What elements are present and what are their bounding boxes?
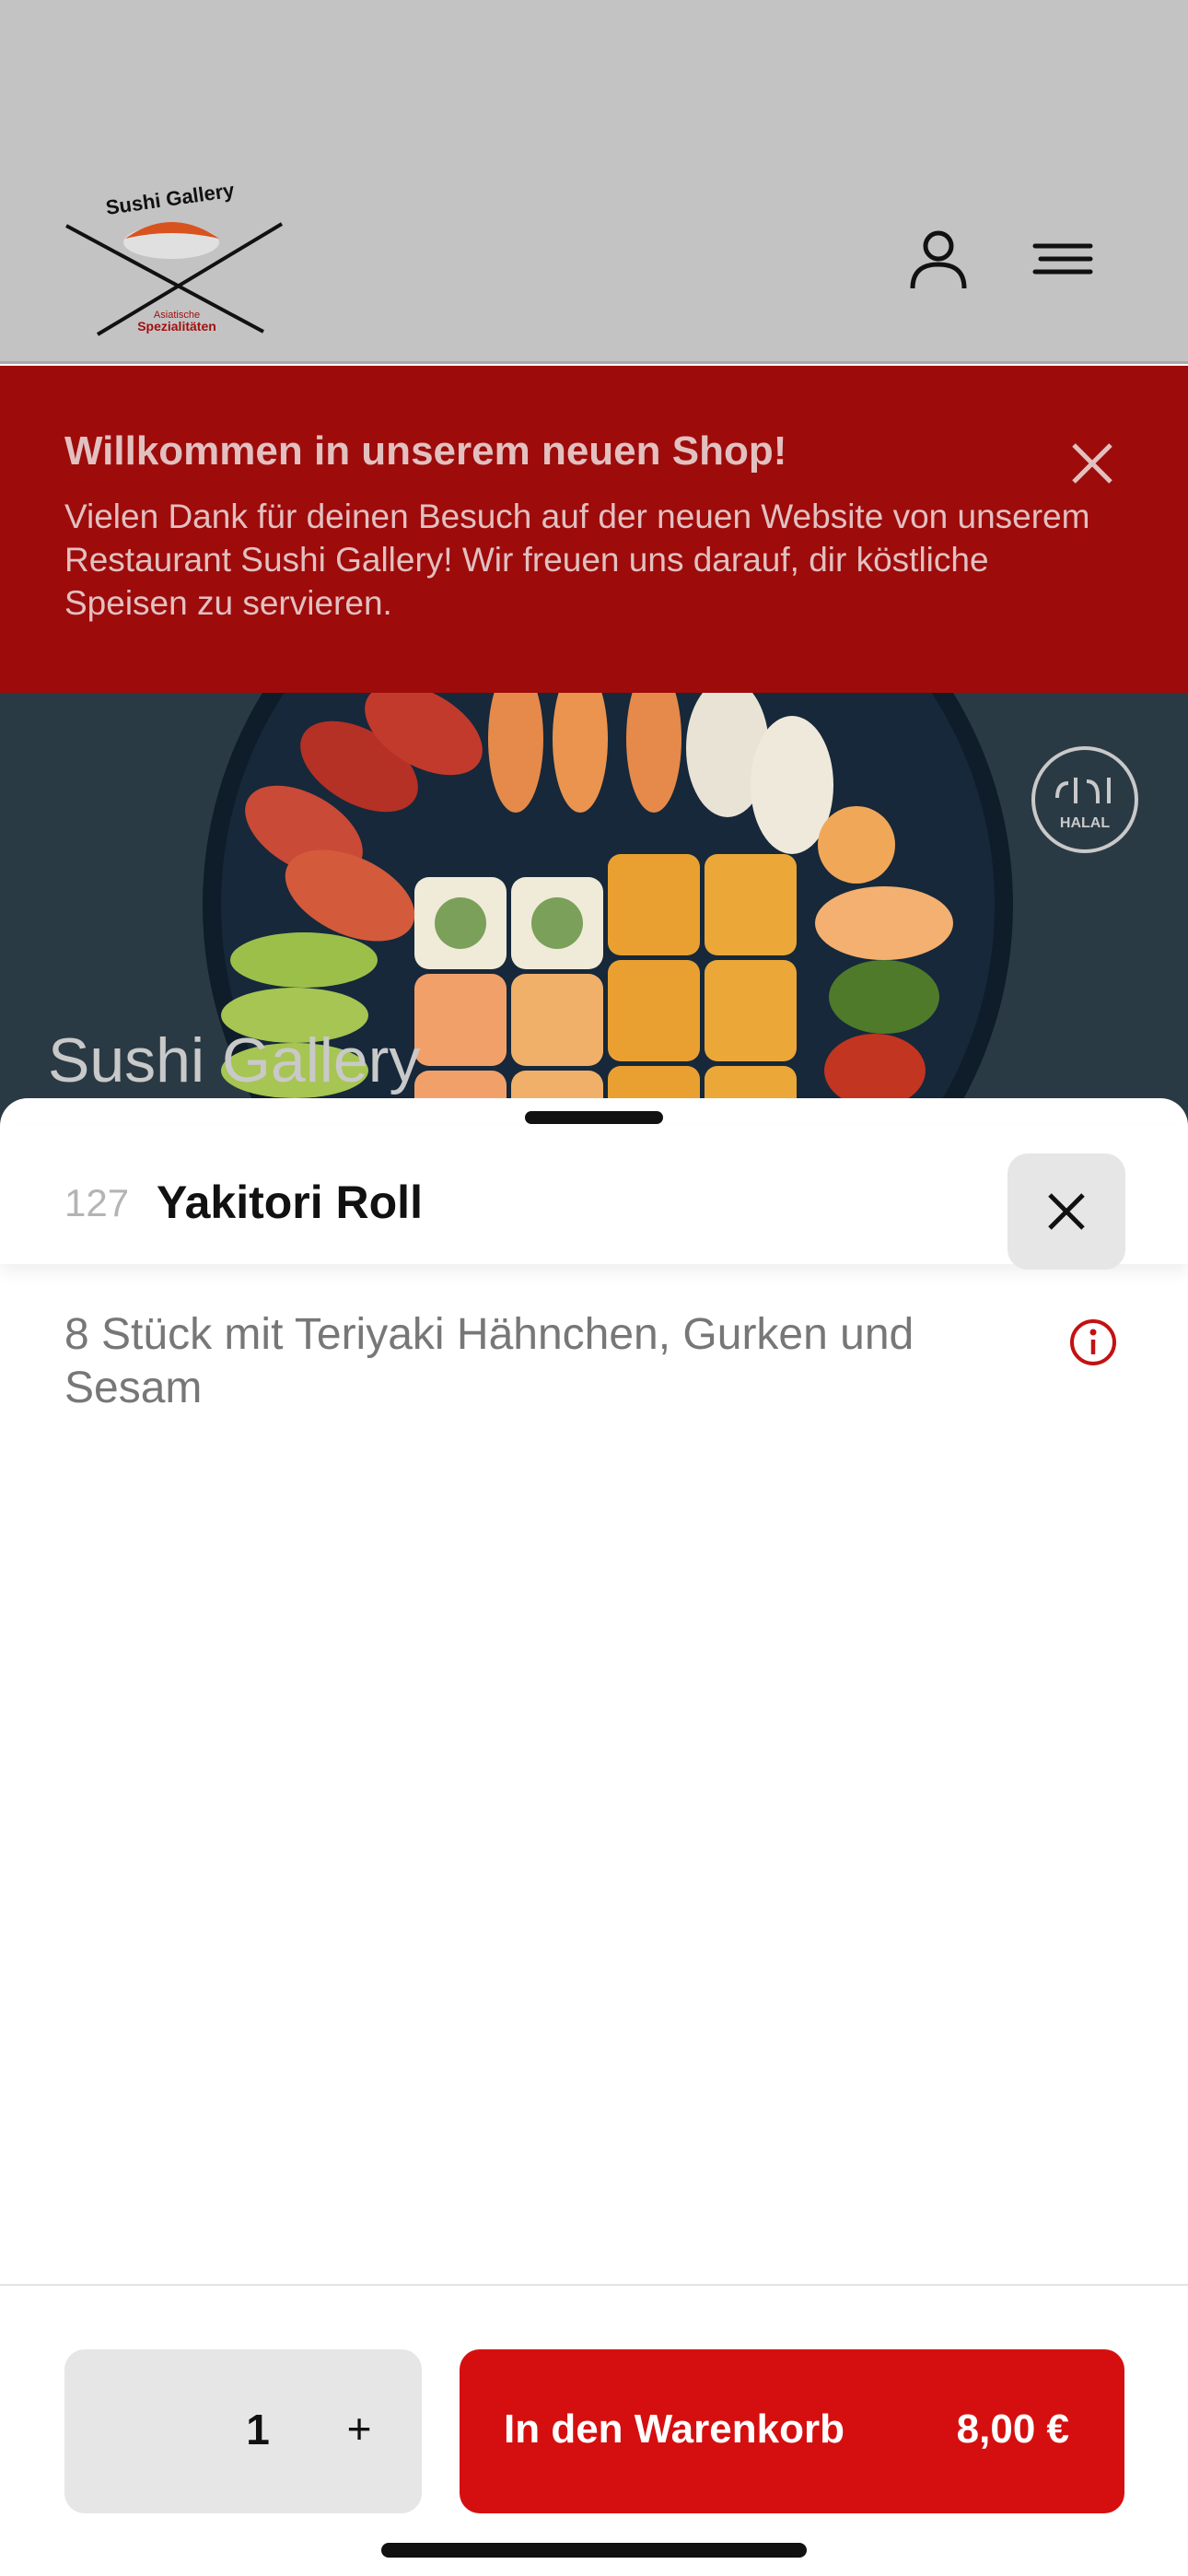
quantity-stepper: 1 +	[64, 2349, 422, 2513]
banner-text: Vielen Dank für deinen Besuch auf der ne…	[64, 498, 1090, 622]
banner-title: Willkommen in unserem neuen Shop!	[64, 428, 787, 474]
hamburger-menu-icon[interactable]	[1030, 226, 1096, 292]
item-number: 127	[64, 1181, 130, 1224]
add-to-cart-button[interactable]: In den Warenkorb 8,00 €	[460, 2349, 1124, 2513]
banner-close-icon[interactable]	[1068, 439, 1116, 487]
footer-divider	[0, 2284, 1188, 2286]
logo-graphic: Sushi Gallery Asiatische Spezialitäten	[65, 179, 284, 336]
item-price: 8,00 €	[956, 2406, 1069, 2452]
item-detail-sheet: 127 Yakitori Roll 8 Stück mit Teriyaki H…	[0, 1098, 1188, 2576]
close-icon	[1048, 1193, 1085, 1230]
halal-text: HALAL	[1060, 815, 1110, 831]
sheet-header: 127 Yakitori Roll	[0, 1126, 1188, 1270]
welcome-banner: Willkommen in unserem neuen Shop! Vielen…	[0, 366, 1188, 693]
home-indicator[interactable]	[381, 2543, 807, 2558]
site-header: Sushi Gallery Asiatische Spezialitäten	[0, 0, 1188, 364]
person-icon[interactable]	[905, 226, 972, 292]
halal-icon: HALAL	[1030, 744, 1140, 855]
add-to-cart-label: In den Warenkorb	[504, 2406, 844, 2452]
sheet-grabber[interactable]	[525, 1111, 663, 1124]
info-icon[interactable]	[1068, 1317, 1118, 1367]
hero-image: HALAL Sushi Gallery	[0, 693, 1188, 1133]
item-name: Yakitori Roll	[157, 1177, 423, 1228]
logo-text: Sushi Gallery	[104, 180, 236, 219]
background-page: Sushi Gallery Asiatische Spezialitäten W…	[0, 0, 1188, 1133]
quantity-increase-button[interactable]: +	[332, 2401, 387, 2456]
restaurant-logo[interactable]: Sushi Gallery Asiatische Spezialitäten	[61, 179, 291, 345]
sheet-close-button[interactable]	[1007, 1153, 1125, 1270]
hero-title: Sushi Gallery	[48, 1025, 421, 1095]
item-description: 8 Stück mit Teriyaki Hähnchen, Gurken un…	[64, 1310, 914, 1412]
logo-subtext-2: Spezialitäten	[137, 319, 216, 334]
quantity-value: 1	[246, 2406, 270, 2453]
